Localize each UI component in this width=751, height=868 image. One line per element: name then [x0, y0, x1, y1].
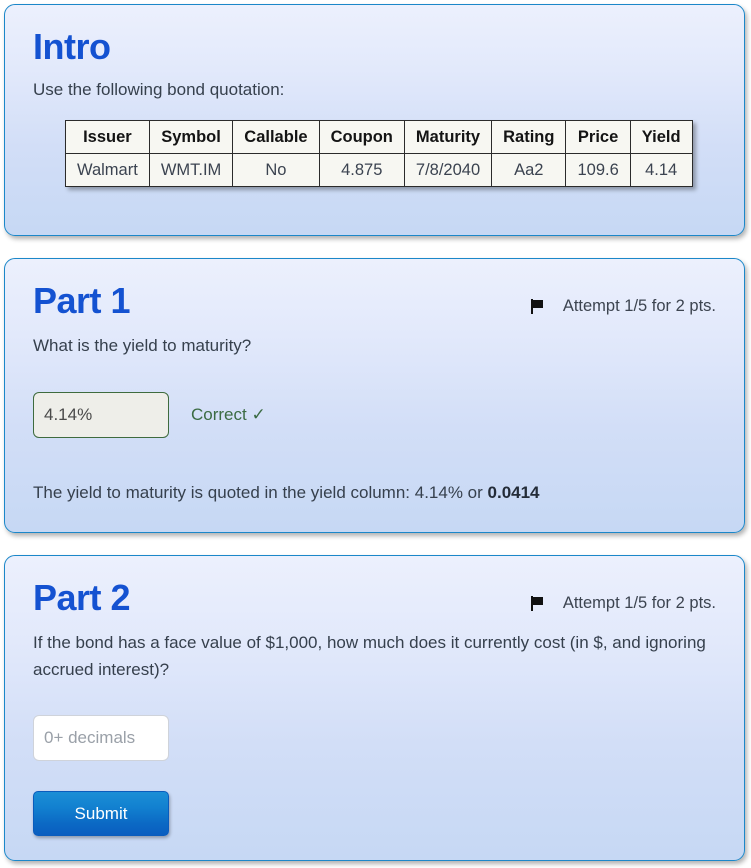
cell-callable: No	[232, 153, 320, 187]
table-body: Walmart WMT.IM No 4.875 7/8/2040 Aa2 109…	[65, 153, 693, 187]
quiz-page: Intro Use the following bond quotation: …	[0, 0, 751, 868]
part-1-explanation-text: The yield to maturity is quoted in the y…	[33, 483, 488, 502]
part-2-attempt-text: Attempt 1/5 for 2 pts.	[562, 594, 716, 612]
part-1-card: Part 1 Attempt 1/5 for 2 pts. What is th…	[4, 258, 745, 533]
cell-price: 109.6	[565, 153, 631, 187]
intro-header: Intro	[33, 5, 716, 67]
col-yield: Yield	[629, 120, 693, 154]
part-2-title: Part 2	[33, 577, 131, 618]
table-head: Issuer Symbol Callable Coupon Maturity R…	[65, 120, 693, 154]
flag-icon	[530, 595, 544, 611]
part-1-explanation-value: 0.0414	[487, 483, 540, 502]
part-2-answer-input[interactable]	[33, 715, 169, 761]
col-rating: Rating	[491, 120, 567, 154]
intro-prompt: Use the following bond quotation:	[33, 80, 285, 99]
flag-cloth	[532, 596, 543, 605]
table-row: Walmart WMT.IM No 4.875 7/8/2040 Aa2 109…	[65, 153, 693, 187]
cell-yield: 4.14	[629, 153, 693, 187]
part-1-title: Part 1	[33, 280, 131, 321]
col-coupon: Coupon	[318, 120, 405, 154]
part-1-attempt-status: Attempt 1/5 for 2 pts.	[530, 259, 716, 315]
part-2-header: Part 2 Attempt 1/5 for 2 pts.	[33, 556, 716, 618]
col-symbol: Symbol	[148, 120, 234, 154]
flag-cloth	[532, 299, 543, 308]
page-title: Intro	[33, 26, 111, 67]
cell-maturity: 7/8/2040	[403, 153, 493, 187]
submit-button[interactable]: Submit	[33, 791, 169, 836]
bond-quotation-table: Issuer Symbol Callable Coupon Maturity R…	[65, 120, 693, 187]
part-1-answer-input[interactable]	[33, 392, 169, 438]
part-1-answer-row: Correct ✓	[33, 392, 716, 438]
cell-issuer: Walmart	[65, 153, 150, 187]
col-maturity: Maturity	[403, 120, 493, 154]
flag-icon	[530, 298, 544, 314]
part-2-attempt-status: Attempt 1/5 for 2 pts.	[530, 556, 716, 612]
intro-card: Intro Use the following bond quotation: …	[4, 4, 745, 236]
part-1-header: Part 1 Attempt 1/5 for 2 pts.	[33, 259, 716, 321]
cell-rating: Aa2	[491, 153, 567, 187]
cell-coupon: 4.875	[318, 153, 405, 187]
cell-symbol: WMT.IM	[148, 153, 234, 187]
part-1-verdict-badge: Correct ✓	[191, 405, 266, 424]
col-callable: Callable	[232, 120, 320, 154]
part-2-question: If the bond has a face value of $1,000, …	[33, 633, 706, 679]
part-2-card: Part 2 Attempt 1/5 for 2 pts. If the bon…	[4, 555, 745, 861]
part-1-explanation: The yield to maturity is quoted in the y…	[33, 438, 716, 505]
part-1-question: What is the yield to maturity?	[33, 336, 252, 355]
table-header-row: Issuer Symbol Callable Coupon Maturity R…	[65, 120, 693, 154]
col-issuer: Issuer	[65, 120, 150, 154]
col-price: Price	[565, 120, 631, 154]
part-1-attempt-text: Attempt 1/5 for 2 pts.	[562, 297, 716, 315]
bond-quotation-table-wrap: Issuer Symbol Callable Coupon Maturity R…	[33, 120, 716, 187]
